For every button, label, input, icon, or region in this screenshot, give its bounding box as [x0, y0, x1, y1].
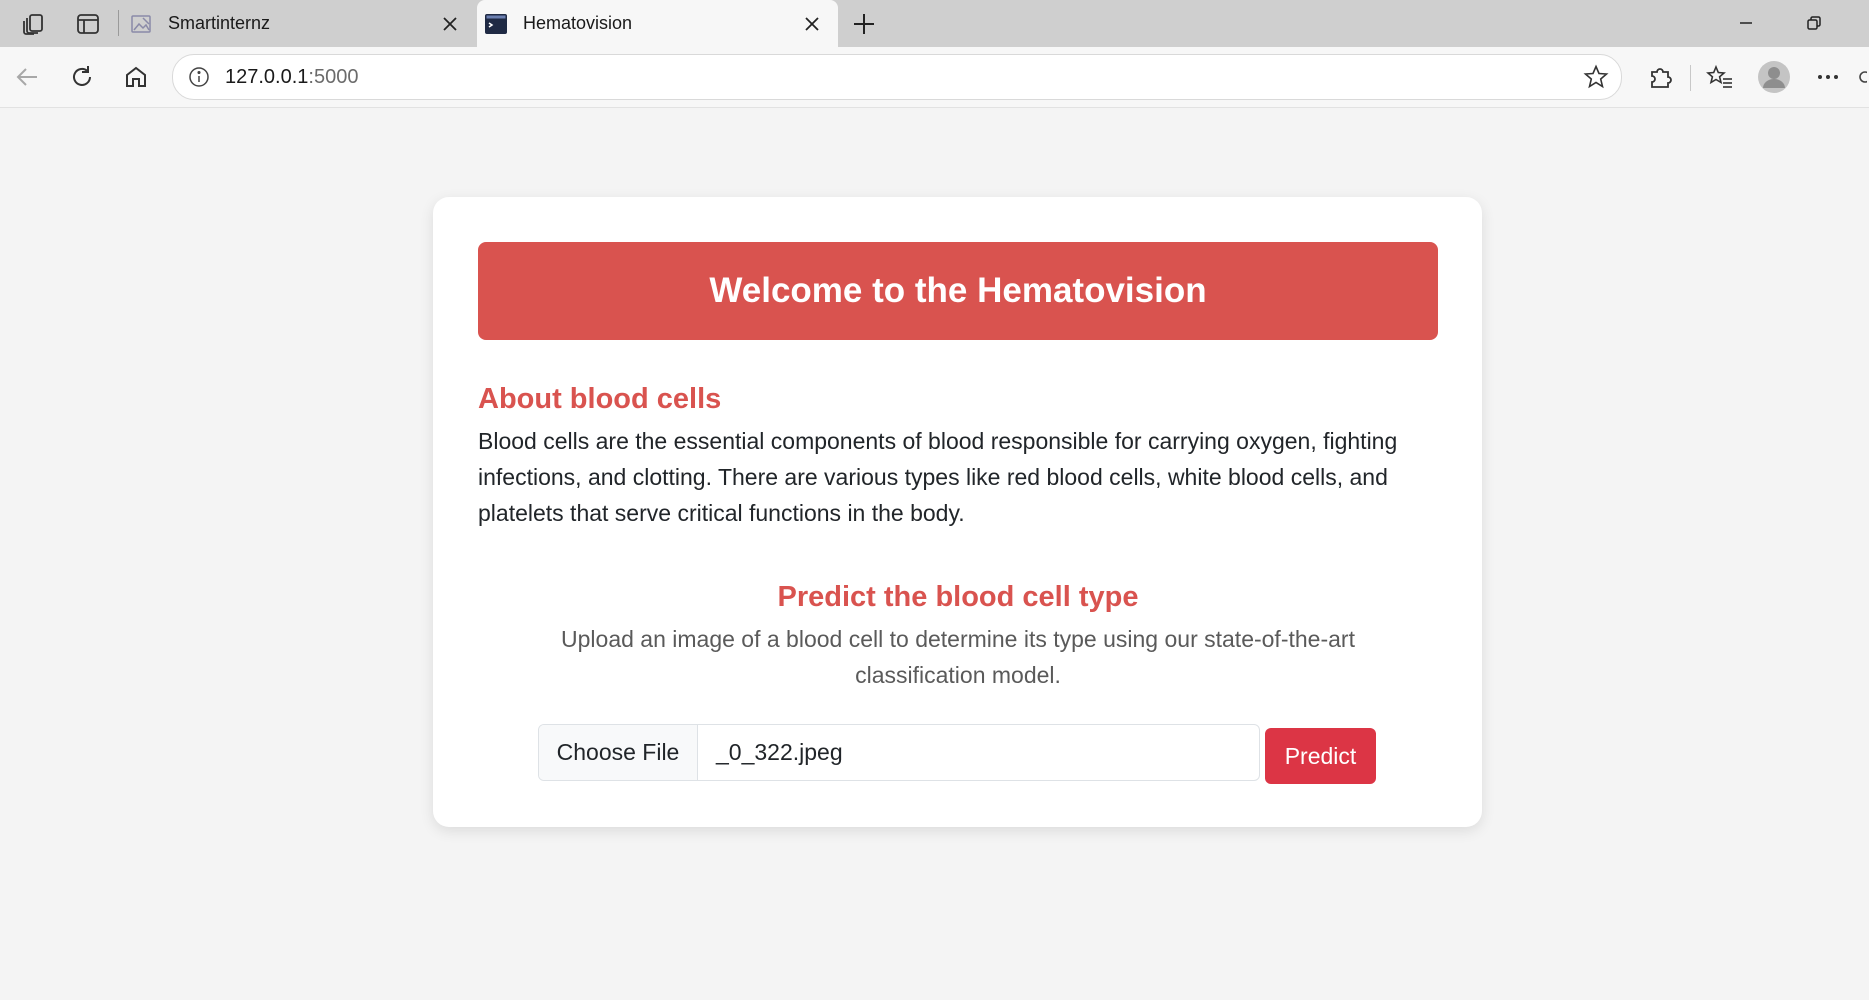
browser-toolbar: 127.0.0.1:5000: [0, 47, 1869, 108]
predict-description: Upload an image of a blood cell to deter…: [561, 626, 1355, 688]
welcome-banner: Welcome to the Hematovision: [478, 242, 1438, 340]
home-button[interactable]: [116, 57, 156, 97]
page-viewport: Welcome to the Hematovision About blood …: [0, 108, 1869, 1000]
sidebar-edge-icon[interactable]: [1849, 57, 1869, 97]
profile-avatar[interactable]: [1754, 57, 1794, 97]
tab-title: Smartinternz: [168, 13, 271, 33]
about-heading: About blood cells: [478, 383, 722, 415]
terminal-icon: [485, 13, 507, 35]
tab-hematovision[interactable]: Hematovision: [477, 0, 838, 47]
predict-heading: Predict the blood cell type: [777, 581, 1139, 613]
file-upload-input[interactable]: Choose File _0_322.jpeg: [538, 724, 1260, 781]
workspaces-icon[interactable]: [16, 8, 52, 40]
url-text[interactable]: 127.0.0.1:5000: [225, 66, 358, 89]
selected-file-name: _0_322.jpeg: [716, 739, 843, 765]
image-icon: [130, 13, 152, 35]
minimize-button[interactable]: [1718, 4, 1774, 42]
refresh-button[interactable]: [62, 57, 102, 97]
tab-divider: [118, 10, 119, 36]
close-icon[interactable]: [436, 10, 464, 38]
tab-title: Hematovision: [523, 13, 633, 33]
favorite-star-icon[interactable]: [1581, 62, 1611, 92]
toolbar-divider: [1690, 65, 1691, 91]
tab-actions-icon[interactable]: [70, 8, 106, 40]
close-icon[interactable]: [798, 10, 826, 38]
url-host: 127.0.0.1: [225, 66, 309, 88]
address-bar[interactable]: 127.0.0.1:5000: [172, 54, 1622, 100]
banner-title: Welcome to the Hematovision: [709, 271, 1207, 310]
more-menu-icon[interactable]: [1808, 57, 1848, 97]
about-text: Blood cells are the essential components…: [478, 428, 1398, 526]
choose-file-button[interactable]: Choose File: [539, 725, 698, 780]
extensions-icon[interactable]: [1640, 57, 1680, 97]
browser-tab-strip: Smartinternz Hematovision: [0, 0, 1869, 47]
favorites-icon[interactable]: [1700, 57, 1740, 97]
tab-smartinternz[interactable]: Smartinternz: [122, 0, 476, 47]
new-tab-button[interactable]: [846, 6, 882, 42]
predict-button[interactable]: Predict: [1265, 728, 1376, 784]
main-card: Welcome to the Hematovision About blood …: [433, 197, 1482, 827]
back-button[interactable]: [8, 57, 48, 97]
restore-button[interactable]: [1786, 4, 1842, 42]
info-icon[interactable]: [185, 63, 213, 91]
url-port: :5000: [308, 66, 359, 88]
